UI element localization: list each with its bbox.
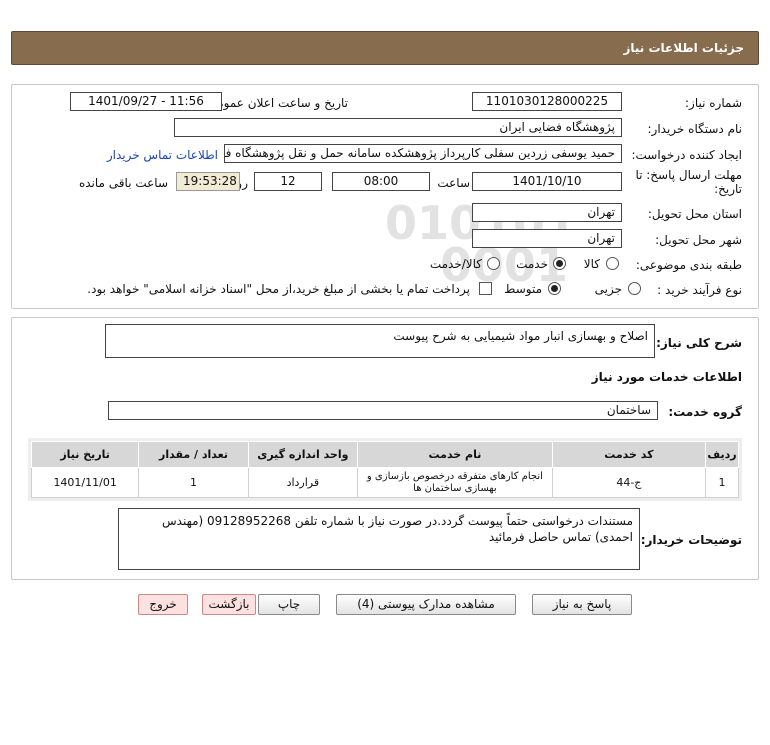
province-field[interactable]: تهران — [472, 203, 622, 222]
cell-qty: 1 — [138, 467, 249, 498]
cell-date: 1401/11/01 — [30, 467, 140, 498]
process-option-minor: جزیی — [594, 282, 622, 296]
service-group-field[interactable]: ساختمان — [108, 401, 658, 420]
category-label: طبقه بندی موضوعی: — [635, 258, 742, 272]
requester-label: ایجاد کننده درخواست: — [631, 148, 742, 162]
cell-unit: قرارداد — [247, 467, 359, 498]
announce-field[interactable]: 1401/09/27 - 11:56 — [70, 92, 222, 111]
process-label: نوع فرآیند خرید : — [657, 283, 742, 297]
exit-button[interactable]: خروج — [138, 594, 188, 615]
announce-label: تاریخ و ساعت اعلان عمومی: — [203, 96, 348, 110]
page-title: جزئیات اطلاعات نیاز — [623, 41, 744, 55]
process-radio-medium[interactable] — [548, 282, 561, 295]
col-date: تاریخ نیاز — [30, 441, 140, 468]
view-attachments-button[interactable]: مشاهده مدارک پیوستی (4) — [336, 594, 516, 615]
table-row[interactable]: 1 ج-44 انجام کارهای متفرقه درخصوص بازساز… — [30, 467, 740, 498]
process-radio-minor[interactable] — [628, 282, 641, 295]
items-table-wrap: ردیف کد خدمت نام خدمت واحد اندازه گیری ت… — [28, 438, 742, 501]
deadline-date-field[interactable]: 1401/10/10 — [472, 172, 622, 191]
city-label: شهر محل تحویل: — [655, 233, 742, 247]
category-option-goods: کالا — [583, 257, 600, 271]
print-button[interactable]: چاپ — [258, 594, 320, 615]
remaining-time-field: 19:53:28 — [176, 172, 240, 191]
table-header-row: ردیف کد خدمت نام خدمت واحد اندازه گیری ت… — [30, 441, 740, 468]
buyer-contact-link[interactable]: اطلاعات تماس خریدار — [107, 148, 218, 162]
payment-note: پرداخت تمام یا بخشی از مبلغ خرید،از محل … — [87, 282, 470, 296]
buyer-notes-field[interactable]: مستندات درخواستی حتماً پیوست گردد.در صور… — [118, 508, 640, 570]
deadline-label-1: مهلت ارسال پاسخ: تا — [635, 168, 742, 182]
city-field[interactable]: تهران — [472, 229, 622, 248]
deadline-time-field[interactable]: 08:00 — [332, 172, 430, 191]
cell-row: 1 — [704, 467, 740, 498]
items-table: ردیف کد خدمت نام خدمت واحد اندازه گیری ت… — [30, 441, 740, 498]
category-option-goods-service: کالا/خدمت — [429, 257, 482, 271]
service-group-label: گروه خدمت: — [668, 405, 742, 419]
requester-field[interactable]: حمید یوسفی زردین سفلی کارپرداز پژوهشکده … — [224, 144, 622, 163]
category-radio-goods-service[interactable] — [487, 257, 500, 270]
category-radio-goods[interactable] — [606, 257, 619, 270]
col-row: ردیف — [704, 441, 740, 468]
days-field[interactable]: 12 — [254, 172, 322, 191]
back-button[interactable]: بازگشت — [202, 594, 256, 615]
col-unit: واحد اندازه گیری — [247, 441, 359, 468]
treasury-payment-checkbox[interactable] — [479, 282, 492, 295]
process-option-medium: متوسط — [504, 282, 542, 296]
need-number-label: شماره نیاز: — [685, 96, 742, 110]
buyer-label: نام دستگاه خریدار: — [647, 122, 743, 136]
deadline-label-2: تاریخ: — [714, 182, 742, 196]
summary-label: شرح کلی نیاز: — [656, 336, 742, 350]
cell-code: ج-44 — [551, 467, 706, 498]
buyer-field[interactable]: پژوهشگاه فضایی ایران — [174, 118, 622, 137]
col-qty: تعداد / مقدار — [138, 441, 249, 468]
cell-name: انجام کارهای متفرقه درخصوص بازسازی و بهس… — [357, 467, 553, 498]
category-radio-service[interactable] — [553, 257, 566, 270]
services-section-title: اطلاعات خدمات مورد نیاز — [591, 370, 742, 384]
category-option-service: خدمت — [516, 257, 548, 271]
col-name: نام خدمت — [357, 441, 553, 468]
remaining-label: ساعت باقی مانده — [78, 176, 168, 190]
summary-field[interactable]: اصلاح و بهسازی انبار مواد شیمیایی به شرح… — [105, 324, 655, 358]
need-number-field[interactable]: 1101030128000225 — [472, 92, 622, 111]
deadline-time-label: ساعت — [437, 176, 470, 190]
col-code: کد خدمت — [551, 441, 706, 468]
buyer-notes-label: توضیحات خریدار: — [640, 533, 742, 547]
province-label: استان محل تحویل: — [647, 207, 742, 221]
reply-button[interactable]: پاسخ به نیاز — [532, 594, 632, 615]
page-header: جزئیات اطلاعات نیاز — [11, 31, 759, 65]
